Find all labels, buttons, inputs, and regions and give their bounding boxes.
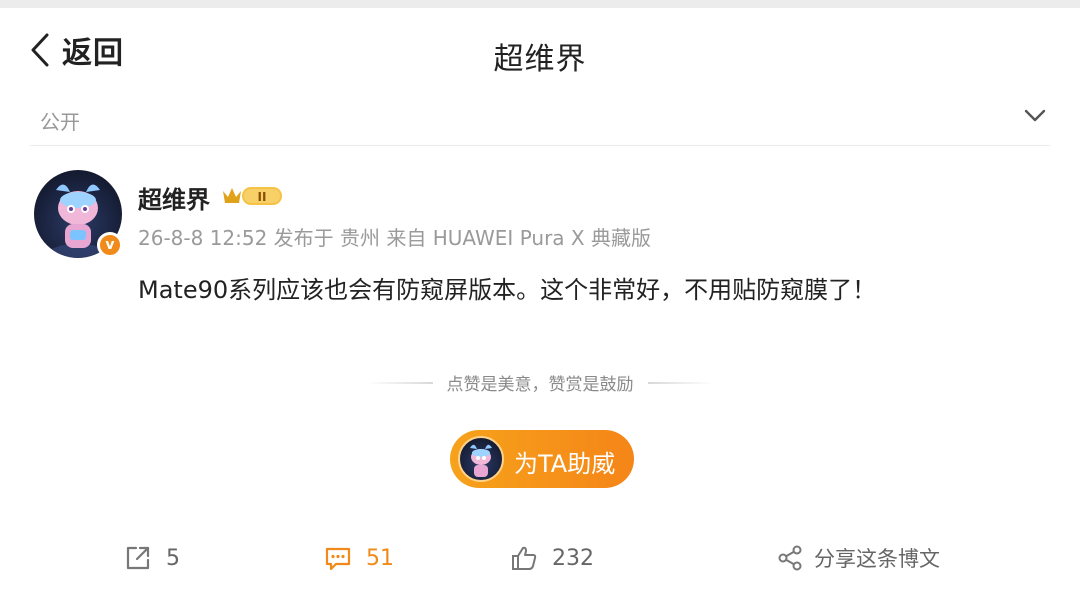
divider	[647, 381, 714, 384]
comment-button[interactable]: 51	[324, 528, 394, 588]
top-bar: 返回 超维界	[0, 8, 1080, 88]
level-badge[interactable]: II	[220, 182, 286, 212]
share-button[interactable]: 分享这条博文	[776, 528, 940, 588]
repost-icon	[124, 544, 152, 572]
chevron-down-icon[interactable]	[1024, 108, 1046, 127]
visibility-label: 公开	[40, 110, 80, 134]
comment-count: 51	[366, 545, 394, 571]
action-bar: 5 51 232 分享这条博文	[0, 528, 1080, 588]
like-count: 232	[552, 545, 594, 571]
status-strip	[0, 0, 1080, 8]
verified-v-icon: v	[97, 232, 123, 258]
divider	[366, 381, 433, 384]
visibility-row[interactable]: 公开	[0, 88, 1080, 146]
share-icon	[776, 544, 804, 572]
support-button[interactable]: 为TA助威	[450, 430, 634, 488]
post-text: Mate90系列应该也会有防窥屏版本。这个非常好，不用贴防窥膜了！	[138, 276, 877, 304]
level-text: II	[258, 190, 267, 204]
post-meta: 26-8-8 12:52 发布于 贵州 来自 HUAWEI Pura X 典藏版	[138, 226, 651, 250]
support-button-label: 为TA助威	[514, 450, 616, 478]
comment-icon	[324, 544, 352, 572]
repost-count: 5	[166, 545, 180, 571]
support-avatar	[458, 436, 504, 482]
app-window: 返回 超维界 公开 v 超维界 II 26-8-8 12:52 发布于 贵州 来…	[0, 0, 1080, 599]
repost-button[interactable]: 5	[124, 528, 180, 588]
share-label: 分享这条博文	[814, 547, 940, 571]
page-title: 超维界	[493, 42, 587, 77]
tip-slogan: 点赞是美意，赞赏是鼓励	[0, 370, 1080, 395]
like-button[interactable]: 232	[510, 528, 594, 588]
thumbs-up-icon	[510, 544, 538, 572]
username[interactable]: 超维界	[138, 180, 210, 215]
tip-slogan-text: 点赞是美意，赞赏是鼓励	[446, 375, 634, 395]
divider	[30, 145, 1050, 146]
